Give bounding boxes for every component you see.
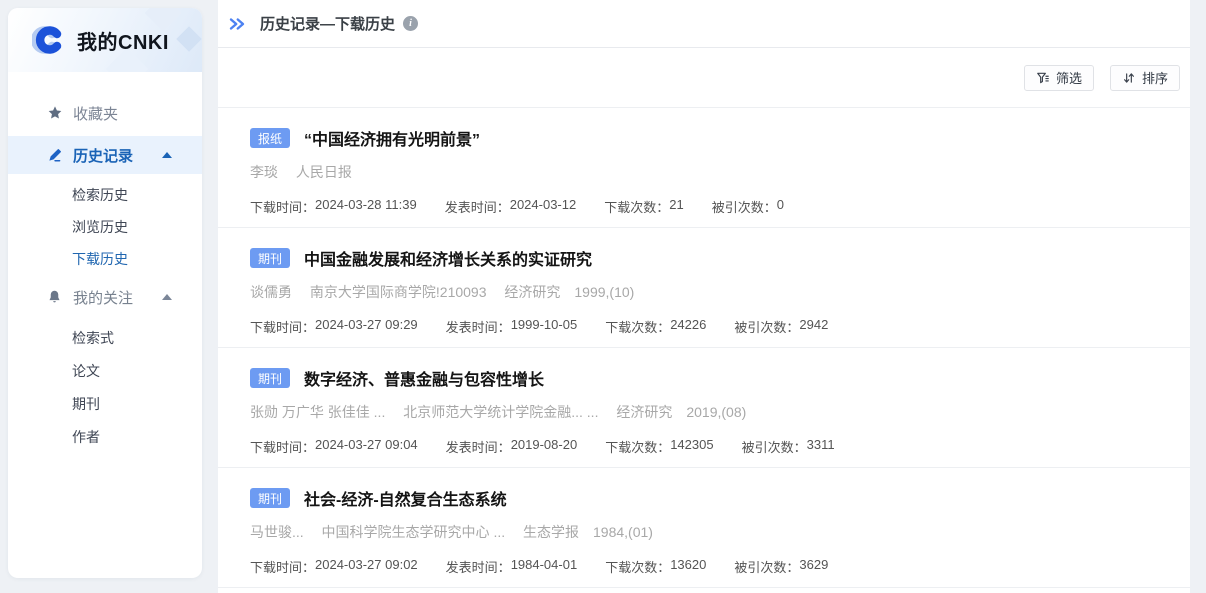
chevron-up-icon[interactable] <box>162 152 172 158</box>
record-title-link[interactable]: “中国经济拥有光明前景” <box>304 126 480 150</box>
follow-submenu: 检索式 论文 期刊 作者 <box>8 321 202 453</box>
record-meta: 下载时间：2024-03-28 11:39 发表时间：2024-03-12 下载… <box>250 197 1166 216</box>
download-count-label: 下载次数： <box>605 557 670 576</box>
record-byline: 马世骏... 中国科学院生态学研究中心 ... 生态学报 1984,(01) <box>250 522 1166 542</box>
main-content: 历史记录—下载历史 i 筛选 排序 报纸 “ <box>218 0 1190 593</box>
record-byline: 张勋 万广华 张佳佳 ... 北京师范大学统计学院金融... ... 经济研究 … <box>250 402 1166 422</box>
record-meta: 下载时间：2024-03-27 09:29 发表时间：1999-10-05 下载… <box>250 317 1166 336</box>
publish-time-value: 2019-08-20 <box>511 437 578 456</box>
chevron-up-icon[interactable] <box>162 294 172 300</box>
cited-count-label: 被引次数： <box>734 317 799 336</box>
record-byline: 李琰 人民日报 <box>250 162 1166 182</box>
download-time-label: 下载时间： <box>250 437 315 456</box>
download-count-label: 下载次数： <box>605 437 670 456</box>
download-time-value: 2024-03-28 11:39 <box>315 197 417 216</box>
bell-icon <box>46 289 63 305</box>
filter-button-label: 筛选 <box>1056 68 1082 87</box>
download-time-label: 下载时间： <box>250 557 315 576</box>
logo-decoration <box>176 26 201 51</box>
filter-button[interactable]: 筛选 <box>1024 65 1094 91</box>
download-count-value: 24226 <box>670 317 706 336</box>
sidebar-item-search-expression[interactable]: 检索式 <box>8 321 202 354</box>
publish-time-label: 发表时间： <box>446 557 511 576</box>
download-record: 期刊 社会-经济-自然复合生态系统 马世骏... 中国科学院生态学研究中心 ..… <box>218 468 1190 588</box>
star-icon <box>46 105 63 121</box>
record-byline: 谈儒勇 南京大学国际商学院!210093 经济研究 1999,(10) <box>250 282 1166 302</box>
sidebar-item-authors[interactable]: 作者 <box>8 420 202 453</box>
record-title-link[interactable]: 数字经济、普惠金融与包容性增长 <box>304 366 544 390</box>
cited-count-value: 0 <box>777 197 784 216</box>
cited-count-value: 3311 <box>807 437 835 456</box>
record-meta: 下载时间：2024-03-27 09:04 发表时间：2019-08-20 下载… <box>250 437 1166 456</box>
sidebar-item-history[interactable]: 历史记录 <box>8 136 202 174</box>
record-type-badge: 期刊 <box>250 488 290 508</box>
sort-button[interactable]: 排序 <box>1110 65 1180 91</box>
sidebar-item-label: 收藏夹 <box>73 103 118 124</box>
download-count-value: 13620 <box>670 557 706 576</box>
sidebar-item-download-history[interactable]: 下载历史 <box>8 243 202 275</box>
sidebar-item-label: 历史记录 <box>73 145 133 166</box>
sidebar-item-papers[interactable]: 论文 <box>8 354 202 387</box>
download-time-value: 2024-03-27 09:29 <box>315 317 418 336</box>
sidebar: 我的CNKI 收藏夹 历史记录 检索历史 浏览历史 下载历史 <box>8 8 202 578</box>
sidebar-item-follow[interactable]: 我的关注 <box>8 278 202 316</box>
logo-area: 我的CNKI <box>8 8 202 72</box>
download-record: 报纸 “中国经济拥有光明前景” 李琰 人民日报 下载时间：2024-03-28 … <box>218 108 1190 228</box>
pen-icon <box>46 147 63 163</box>
sort-button-label: 排序 <box>1142 68 1168 87</box>
record-type-badge: 期刊 <box>250 368 290 388</box>
publish-time-value: 1999-10-05 <box>511 317 578 336</box>
filter-funnel-icon <box>1036 71 1050 85</box>
toolbar: 筛选 排序 <box>218 48 1190 108</box>
cited-count-label: 被引次数： <box>712 197 777 216</box>
download-count-label: 下载次数： <box>604 197 669 216</box>
download-count-value: 21 <box>669 197 683 216</box>
info-icon[interactable]: i <box>403 16 418 31</box>
page-title: 历史记录—下载历史 <box>260 13 395 34</box>
download-count-label: 下载次数： <box>605 317 670 336</box>
record-title-link[interactable]: 中国金融发展和经济增长关系的实证研究 <box>304 246 592 270</box>
publish-time-label: 发表时间： <box>445 197 510 216</box>
publish-time-label: 发表时间： <box>446 437 511 456</box>
cnki-c-logo-icon <box>32 25 68 55</box>
record-title-link[interactable]: 社会-经济-自然复合生态系统 <box>304 486 507 510</box>
content-header: 历史记录—下载历史 i <box>218 0 1190 48</box>
record-type-badge: 报纸 <box>250 128 290 148</box>
download-count-value: 142305 <box>670 437 713 456</box>
double-chevron-right-icon <box>228 17 246 31</box>
publish-time-value: 2024-03-12 <box>510 197 577 216</box>
cited-count-label: 被引次数： <box>742 437 807 456</box>
sidebar-item-label: 我的关注 <box>73 287 133 308</box>
sidebar-item-journals[interactable]: 期刊 <box>8 387 202 420</box>
publish-time-value: 1984-04-01 <box>511 557 578 576</box>
sidebar-item-favorites[interactable]: 收藏夹 <box>8 94 202 132</box>
publish-time-label: 发表时间： <box>446 317 511 336</box>
cited-count-value: 3629 <box>799 557 828 576</box>
record-meta: 下载时间：2024-03-27 09:02 发表时间：1984-04-01 下载… <box>250 557 1166 576</box>
download-time-label: 下载时间： <box>250 197 315 216</box>
sidebar-item-browse-history[interactable]: 浏览历史 <box>8 211 202 243</box>
download-record: 期刊 中国金融发展和经济增长关系的实证研究 谈儒勇 南京大学国际商学院!2100… <box>218 228 1190 348</box>
sort-arrows-icon <box>1122 71 1136 85</box>
cited-count-label: 被引次数： <box>734 557 799 576</box>
download-time-label: 下载时间： <box>250 317 315 336</box>
download-time-value: 2024-03-27 09:04 <box>315 437 418 456</box>
download-record: 期刊 数字经济、普惠金融与包容性增长 张勋 万广华 张佳佳 ... 北京师范大学… <box>218 348 1190 468</box>
app-title: 我的CNKI <box>77 26 169 55</box>
cited-count-value: 2942 <box>799 317 828 336</box>
history-submenu: 检索历史 浏览历史 下载历史 <box>8 179 202 275</box>
download-time-value: 2024-03-27 09:02 <box>315 557 418 576</box>
record-type-badge: 期刊 <box>250 248 290 268</box>
sidebar-item-search-history[interactable]: 检索历史 <box>8 179 202 211</box>
